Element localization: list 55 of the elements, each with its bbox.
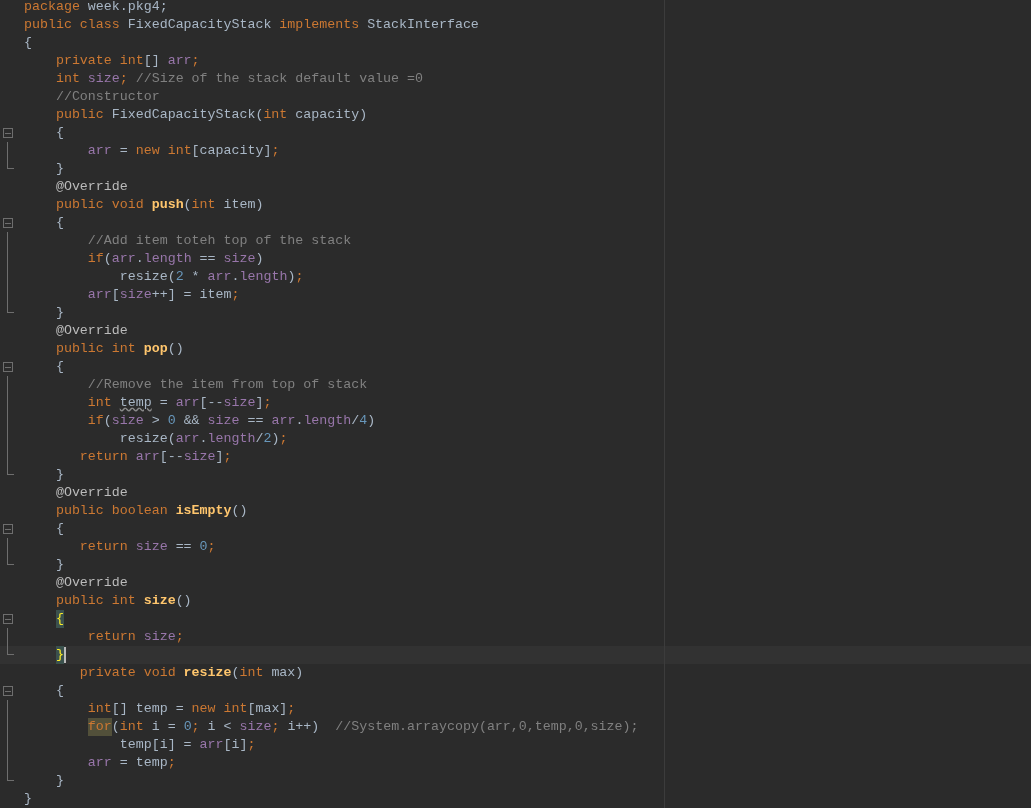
fold-end-icon[interactable] bbox=[7, 160, 14, 169]
code-line: { bbox=[54, 214, 64, 232]
fold-end-icon[interactable] bbox=[7, 556, 14, 565]
code-line: { bbox=[54, 358, 64, 376]
code-line: return size; bbox=[86, 628, 184, 646]
fold-icon[interactable] bbox=[3, 686, 13, 696]
code-line: //Remove the item from top of stack bbox=[86, 376, 368, 394]
code-line: } bbox=[54, 556, 64, 574]
code-line: arr = new int[capacity]; bbox=[86, 142, 280, 160]
code-line: } bbox=[54, 772, 64, 790]
code-line: arr[size++] = item; bbox=[86, 286, 240, 304]
fold-icon[interactable] bbox=[3, 218, 13, 228]
code-line: for(int i = 0; i < size; i++) //System.arraycopy(arr,0,temp,0,size); bbox=[86, 718, 639, 736]
code-line: resize(arr.length/2); bbox=[118, 430, 288, 448]
code-line: } bbox=[54, 466, 64, 484]
code-line: } bbox=[54, 304, 64, 322]
code-line: arr = temp; bbox=[86, 754, 176, 772]
fold-icon[interactable] bbox=[3, 128, 13, 138]
fold-icon[interactable] bbox=[3, 362, 13, 372]
code-line: { bbox=[24, 34, 32, 52]
code-line: public FixedCapacityStack(int capacity) bbox=[54, 106, 368, 124]
code-line: public void push(int item) bbox=[54, 196, 264, 214]
code-line: if(size > 0 && size == arr.length/4) bbox=[86, 412, 376, 430]
code-line: @Override bbox=[54, 484, 128, 502]
code-line: @Override bbox=[54, 178, 128, 196]
code-line: //Add item toteh top of the stack bbox=[86, 232, 352, 250]
code-line: } bbox=[54, 160, 64, 178]
code-line: { bbox=[54, 682, 64, 700]
code-line: resize(2 * arr.length); bbox=[118, 268, 304, 286]
code-line: public int size() bbox=[54, 592, 192, 610]
fold-end-icon[interactable] bbox=[7, 646, 14, 655]
fold-icon[interactable] bbox=[3, 524, 13, 534]
fold-icon[interactable] bbox=[3, 614, 13, 624]
code-line: temp[i] = arr[i]; bbox=[118, 736, 256, 754]
code-line: //Constructor bbox=[54, 88, 160, 106]
code-line: return arr[--size]; bbox=[78, 448, 232, 466]
code-line: int[] temp = new int[max]; bbox=[86, 700, 296, 718]
code-line: int size; //Size of the stack default value =0 bbox=[54, 70, 423, 88]
code-line: @Override bbox=[54, 322, 128, 340]
code-line: @Override bbox=[54, 574, 128, 592]
code-line: int temp = arr[--size]; bbox=[86, 394, 272, 412]
code-line: package week.pkg4; bbox=[24, 0, 168, 16]
code-line: private int[] arr; bbox=[54, 52, 200, 70]
code-line: public class FixedCapacityStack implements StackInterface bbox=[24, 16, 479, 34]
code-line: { bbox=[54, 520, 64, 538]
code-line: if(arr.length == size) bbox=[86, 250, 264, 268]
code-line: public boolean isEmpty() bbox=[54, 502, 248, 520]
fold-end-icon[interactable] bbox=[7, 304, 14, 313]
code-line: { bbox=[54, 124, 64, 142]
code-line: private void resize(int max) bbox=[78, 664, 304, 682]
code-line: return size == 0; bbox=[78, 538, 216, 556]
fold-end-icon[interactable] bbox=[7, 772, 14, 781]
fold-end-icon[interactable] bbox=[7, 466, 14, 475]
code-line: public int pop() bbox=[54, 340, 184, 358]
code-line: } bbox=[24, 790, 32, 808]
